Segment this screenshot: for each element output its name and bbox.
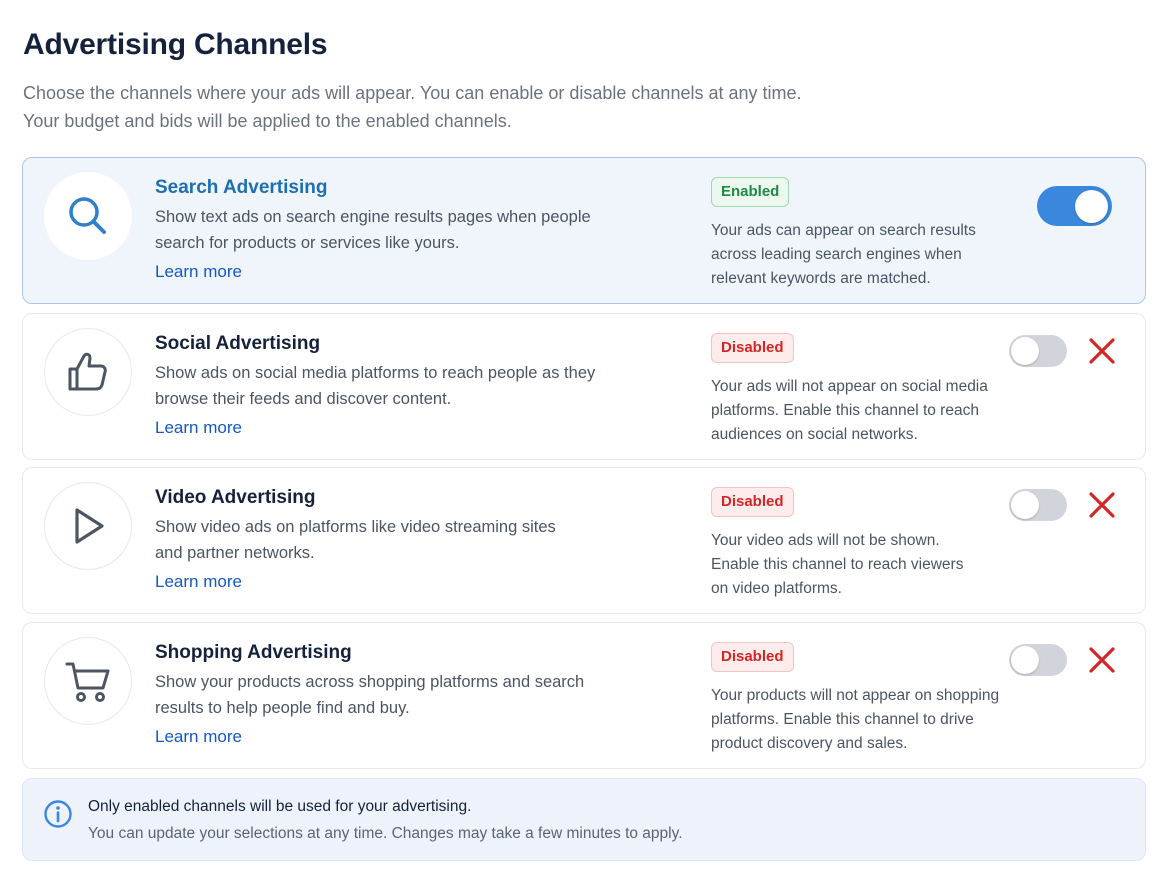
close-icon[interactable] — [1087, 336, 1117, 366]
channel-description-line-1: Show video ads on platforms like video s… — [155, 518, 556, 536]
channel-description: Show text ads on search engine results p… — [155, 204, 655, 256]
status-description-line-1: Your ads will not appear on social media — [711, 378, 988, 395]
channel-description-line-2: browse their feeds and discover content. — [155, 390, 452, 408]
play-icon — [75, 508, 104, 544]
status-description-line-1: Your ads can appear on search results — [711, 222, 976, 239]
channel-card-search: Search Advertising Show text ads on sear… — [22, 157, 1146, 304]
status-description: Your products will not appear on shoppin… — [711, 684, 1031, 756]
status-description: Your video ads will not be shown. Enable… — [711, 529, 1031, 601]
channel-description: Show ads on social media platforms to re… — [155, 360, 655, 412]
status-badge: Enabled — [711, 177, 790, 207]
channel-icon-wrap — [44, 637, 132, 725]
channel-card-video: Video Advertising Show video ads on plat… — [22, 467, 1146, 614]
page-title: Advertising Channels — [23, 28, 328, 61]
thumbs-up-icon — [68, 352, 107, 391]
channel-description: Show video ads on platforms like video s… — [155, 514, 655, 566]
channel-icon-wrap — [44, 482, 132, 570]
status-description-line-3: relevant keywords are matched. — [711, 270, 931, 287]
status-description-line-2: platforms. Enable this channel to reach — [711, 402, 979, 419]
channel-description-line-2: and partner networks. — [155, 544, 315, 562]
learn-more-link-social[interactable]: Learn more — [155, 418, 242, 438]
channel-description-line-1: Show your products across shopping platf… — [155, 673, 585, 691]
toggle-search[interactable] — [1037, 186, 1112, 226]
channel-icon-wrap — [44, 328, 132, 416]
search-icon — [69, 197, 106, 234]
info-box: Only enabled channels will be used for y… — [22, 778, 1146, 861]
channel-icon-wrap — [44, 172, 132, 260]
info-text: You can update your selections at any ti… — [88, 825, 683, 842]
info-title: Only enabled channels will be used for y… — [88, 798, 472, 815]
status-badge: Disabled — [711, 333, 794, 363]
toggle-knob — [1011, 491, 1039, 519]
channel-description: Show your products across shopping platf… — [155, 669, 655, 721]
status-description-line-1: Your video ads will not be shown. — [711, 532, 940, 549]
page-description-line-2: Your budget and bids will be applied to … — [23, 111, 512, 131]
toggle-knob — [1011, 646, 1039, 674]
learn-more-link-search[interactable]: Learn more — [155, 262, 242, 282]
channel-description-line-2: results to help people find and buy. — [155, 699, 410, 717]
close-icon[interactable] — [1087, 645, 1117, 675]
status-description: Your ads can appear on search results ac… — [711, 219, 1031, 291]
toggle-social[interactable] — [1009, 335, 1067, 367]
status-description-line-3: product discovery and sales. — [711, 735, 908, 752]
status-description: Your ads will not appear on social media… — [711, 375, 1031, 447]
channel-name: Shopping Advertising — [155, 642, 352, 663]
advertising-channels-panel: Advertising Channels Choose the channels… — [0, 0, 1168, 880]
channel-description-line-1: Show text ads on search engine results p… — [155, 208, 591, 226]
info-icon — [44, 800, 72, 828]
learn-more-link-shopping[interactable]: Learn more — [155, 727, 242, 747]
toggle-shopping[interactable] — [1009, 644, 1067, 676]
toggle-knob — [1011, 337, 1039, 365]
channel-card-social: Social Advertising Show ads on social me… — [22, 313, 1146, 460]
page-description: Choose the channels where your ads will … — [23, 79, 923, 135]
channel-card-shopping: Shopping Advertising Show your products … — [22, 622, 1146, 769]
toggle-video[interactable] — [1009, 489, 1067, 521]
toggle-knob — [1075, 190, 1108, 223]
status-description-line-3: audiences on social networks. — [711, 426, 918, 443]
status-description-line-1: Your products will not appear on shoppin… — [711, 687, 1000, 704]
channel-description-line-1: Show ads on social media platforms to re… — [155, 364, 596, 382]
status-badge: Disabled — [711, 642, 794, 672]
channel-name: Video Advertising — [155, 487, 316, 508]
channel-description-line-2: search for products or services like you… — [155, 234, 460, 252]
learn-more-link-video[interactable]: Learn more — [155, 572, 242, 592]
page-description-line-1: Choose the channels where your ads will … — [23, 83, 802, 103]
status-description-line-2: across leading search engines when — [711, 246, 962, 263]
shopping-cart-icon — [65, 662, 110, 702]
channel-name: Search Advertising — [155, 177, 328, 198]
close-icon[interactable] — [1087, 490, 1117, 520]
status-badge: Disabled — [711, 487, 794, 517]
status-description-line-2: Enable this channel to reach viewers — [711, 556, 964, 573]
status-description-line-2: platforms. Enable this channel to drive — [711, 711, 974, 728]
status-description-line-3: on video platforms. — [711, 580, 842, 597]
channel-name: Social Advertising — [155, 333, 321, 354]
